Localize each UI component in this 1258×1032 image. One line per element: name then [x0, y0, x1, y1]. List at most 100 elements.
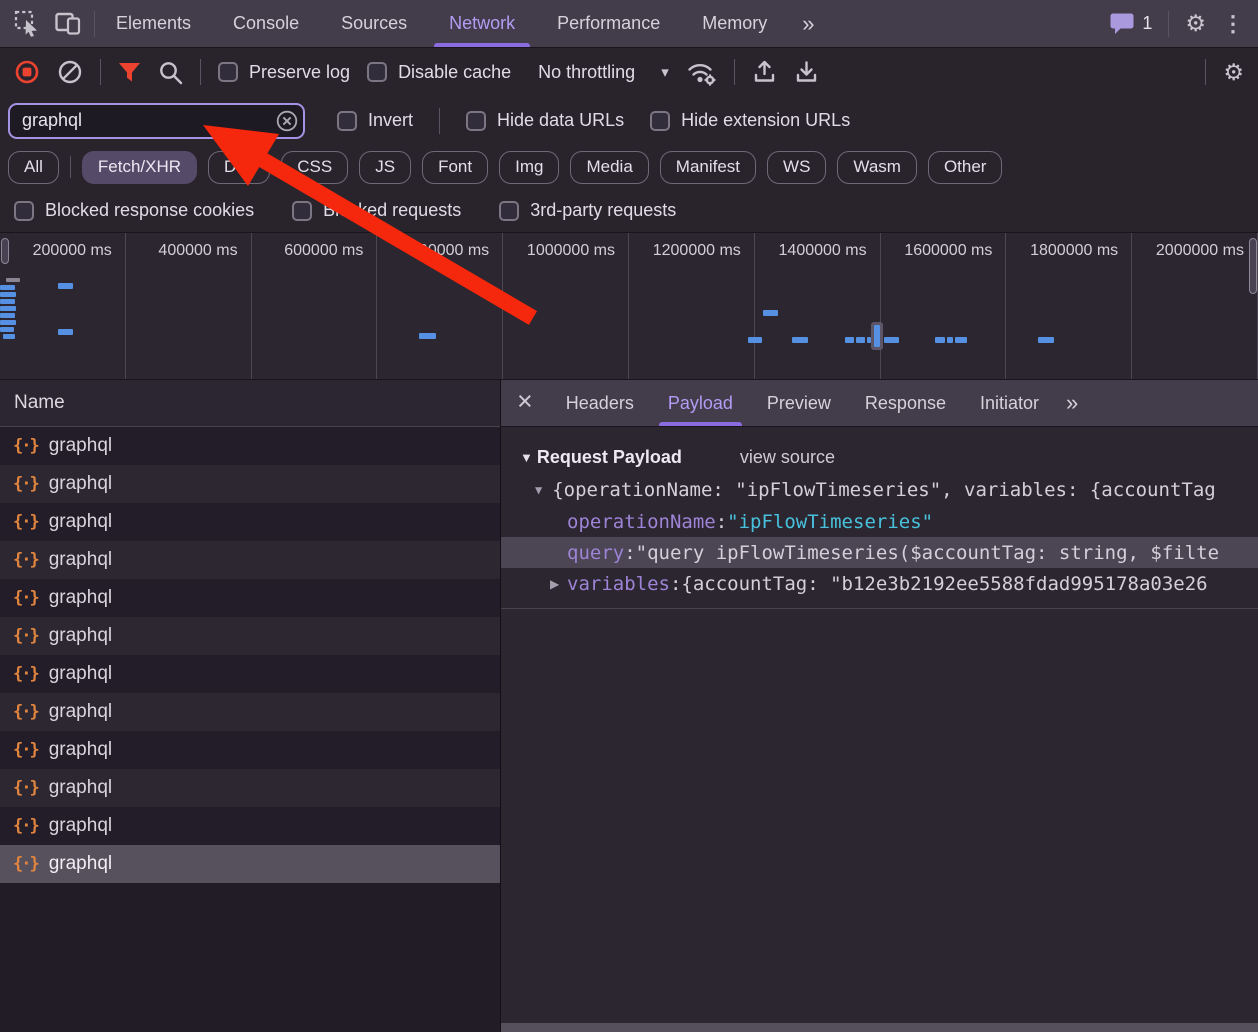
devtools-tab[interactable]: Memory — [681, 0, 788, 47]
devtools-tabs: ElementsConsoleSourcesNetworkPerformance… — [95, 0, 788, 47]
more-filter-checkbox[interactable]: Blocked response cookies — [14, 200, 254, 221]
checkbox-icon — [218, 62, 238, 82]
divider — [734, 59, 735, 85]
close-details-icon[interactable]: × — [501, 386, 549, 421]
request-row[interactable]: {·} graphql — [0, 541, 500, 579]
device-toolbar-icon[interactable] — [55, 11, 82, 36]
more-tabs-chevron-icon[interactable]: » — [788, 11, 826, 37]
request-row[interactable]: {·} graphql — [0, 769, 500, 807]
type-chip[interactable]: JS — [359, 151, 411, 184]
devtools-tab[interactable]: Elements — [95, 0, 212, 47]
type-chip[interactable]: WS — [767, 151, 826, 184]
type-chip[interactable]: Media — [570, 151, 648, 184]
search-icon[interactable] — [158, 60, 183, 85]
invert-checkbox[interactable]: Invert — [337, 110, 413, 131]
collapse-caret-icon[interactable]: ▼ — [520, 450, 533, 465]
more-filter-checkbox[interactable]: 3rd-party requests — [499, 200, 676, 221]
throttling-dropdown[interactable]: No throttling ▾ — [538, 62, 669, 83]
kebab-menu-icon[interactable]: ⋮ — [1222, 11, 1244, 37]
divider — [1168, 11, 1169, 37]
network-toolbar: Preserve log Disable cache No throttling… — [0, 48, 1258, 96]
network-conditions-icon[interactable] — [686, 59, 717, 86]
record-network-log-button[interactable] — [14, 59, 40, 85]
preserve-log-checkbox[interactable]: Preserve log — [218, 62, 350, 83]
details-tab[interactable]: Initiator — [963, 380, 1056, 426]
details-tab[interactable]: Response — [848, 380, 963, 426]
filter-input[interactable] — [8, 103, 305, 139]
name-column-header[interactable]: Name — [0, 380, 500, 427]
network-settings-gear-icon[interactable]: ⚙ — [1223, 61, 1244, 84]
clear-network-log-button[interactable] — [57, 59, 83, 85]
type-chip[interactable]: Wasm — [837, 151, 917, 184]
type-chip[interactable]: Doc — [208, 151, 270, 184]
type-chip[interactable]: Manifest — [660, 151, 756, 184]
devtools-tab[interactable]: Performance — [536, 0, 681, 47]
type-chip[interactable]: Fetch/XHR — [82, 151, 197, 184]
more-filters-row: Blocked response cookies Blocked request… — [0, 189, 1258, 232]
payload-preview-line[interactable]: ▼ {operationName: "ipFlowTimeseries", va… — [501, 474, 1258, 506]
disable-cache-label: Disable cache — [398, 62, 511, 83]
xhr-braces-icon: {·} — [13, 588, 38, 608]
xhr-braces-icon: {·} — [13, 550, 38, 570]
devtools-tab[interactable]: Network — [428, 0, 536, 47]
request-row[interactable]: {·} graphql — [0, 503, 500, 541]
request-name: graphql — [49, 473, 112, 495]
payload-tree-row[interactable]: operationName : "ipFlowTimeseries" — [501, 506, 1258, 537]
more-filter-checkbox[interactable]: Blocked requests — [292, 200, 461, 221]
disable-cache-checkbox[interactable]: Disable cache — [367, 62, 511, 83]
request-name: graphql — [49, 739, 112, 761]
checkbox-icon — [367, 62, 387, 82]
type-chip[interactable]: CSS — [281, 151, 348, 184]
network-overview-timeline[interactable]: 200000 ms400000 ms600000 ms800000 ms1000… — [0, 232, 1258, 380]
resource-type-filter-row: All Fetch/XHR Doc CSS JS Font Img Media Manifes… — [0, 145, 1258, 189]
request-row[interactable]: {·} graphql — [0, 807, 500, 845]
request-name: graphql — [49, 663, 112, 685]
payload-tree-row[interactable]: ▶ variables : {accountTag: "b12e3b2192ee… — [501, 568, 1258, 599]
import-har-icon[interactable] — [752, 59, 777, 85]
checkbox-icon — [292, 201, 312, 221]
section-title: Request Payload — [537, 447, 682, 468]
more-details-tabs-chevron-icon[interactable]: » — [1056, 390, 1086, 416]
payload-panel: ▼ Request Payload view source ▼ {operati… — [501, 427, 1258, 609]
payload-key: query — [567, 542, 624, 564]
type-chip[interactable]: Img — [499, 151, 559, 184]
details-tab[interactable]: Headers — [549, 380, 651, 426]
request-row[interactable]: {·} graphql — [0, 427, 500, 465]
inspect-element-icon[interactable] — [14, 10, 41, 37]
filter-funnel-icon[interactable] — [118, 62, 141, 83]
xhr-braces-icon: {·} — [13, 474, 38, 494]
waterfall-bar — [856, 337, 865, 343]
payload-key: variables — [567, 573, 670, 595]
request-row[interactable]: {·} graphql — [0, 845, 500, 883]
type-chip[interactable]: Other — [928, 151, 1003, 184]
horizontal-scrollbar[interactable] — [501, 1023, 1258, 1032]
payload-tree-row[interactable]: query : "query ipFlowTimeseries($account… — [501, 537, 1258, 568]
xhr-braces-icon: {·} — [13, 664, 38, 684]
waterfall-bar — [935, 337, 945, 343]
request-row[interactable]: {·} graphql — [0, 465, 500, 503]
details-tab[interactable]: Preview — [750, 380, 848, 426]
hide-data-urls-checkbox[interactable]: Hide data URLs — [466, 110, 624, 131]
devtools-tab[interactable]: Sources — [320, 0, 428, 47]
request-row[interactable]: {·} graphql — [0, 731, 500, 769]
request-row[interactable]: {·} graphql — [0, 579, 500, 617]
request-row[interactable]: {·} graphql — [0, 617, 500, 655]
divider — [100, 59, 101, 85]
hide-data-urls-label: Hide data URLs — [497, 110, 624, 131]
payload-value: {accountTag: "b12e3b2192ee5588fdad995178… — [681, 573, 1207, 595]
overview-right-grip[interactable] — [1249, 238, 1257, 294]
payload-separator — [501, 608, 1258, 609]
request-row[interactable]: {·} graphql — [0, 693, 500, 731]
clear-filter-icon[interactable] — [276, 110, 298, 132]
details-tab[interactable]: Payload — [651, 380, 750, 426]
hide-extension-urls-checkbox[interactable]: Hide extension URLs — [650, 110, 850, 131]
console-messages-badge[interactable]: 1 — [1110, 12, 1152, 35]
type-chip-all[interactable]: All — [8, 151, 59, 184]
settings-gear-icon[interactable]: ⚙ — [1185, 12, 1206, 35]
devtools-tab[interactable]: Console — [212, 0, 320, 47]
request-row[interactable]: {·} graphql — [0, 655, 500, 693]
type-chip[interactable]: Font — [422, 151, 488, 184]
view-source-link[interactable]: view source — [740, 447, 835, 468]
export-har-icon[interactable] — [794, 59, 819, 85]
overview-left-grip[interactable] — [1, 238, 9, 264]
